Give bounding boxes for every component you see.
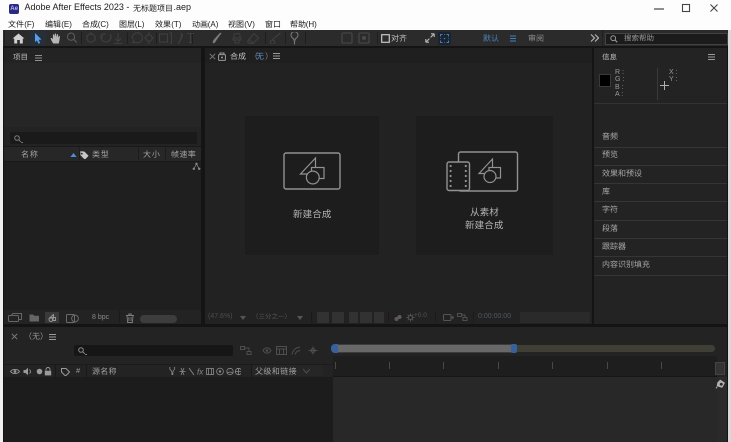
svg-text:fx: fx <box>197 368 204 377</box>
